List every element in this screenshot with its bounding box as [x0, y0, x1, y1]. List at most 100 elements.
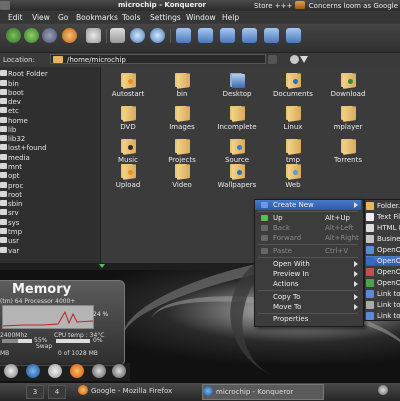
folder-icon — [0, 98, 7, 104]
folder-item-source[interactable]: Source — [212, 139, 262, 167]
tree-item[interactable]: lost+found — [0, 144, 47, 154]
print-icon[interactable] — [110, 28, 125, 43]
menu-move-to[interactable]: Move To — [255, 302, 361, 312]
folder-item-bin[interactable]: bin — [157, 73, 207, 101]
ticker-headline[interactable]: Concerns loom as Google b — [309, 2, 400, 10]
split-view-icon[interactable] — [242, 28, 257, 43]
zoom-in-icon[interactable] — [130, 28, 145, 43]
tree-item[interactable]: srv — [0, 209, 19, 219]
tray-icon[interactable] — [378, 384, 398, 398]
folder-item-linux[interactable]: Linux — [268, 106, 318, 134]
submenu-arrow-icon — [354, 261, 358, 267]
folder-icon — [120, 139, 136, 155]
menu-create-new[interactable]: Create New — [255, 200, 361, 210]
menu-bookmarks[interactable]: Bookmarks — [76, 13, 118, 22]
folder-item-tmp[interactable]: tmp — [268, 139, 318, 167]
cpu-load-graph-svg — [2, 310, 94, 327]
swap-bar — [56, 339, 90, 343]
panel-menu-icon[interactable] — [0, 1, 10, 10]
menu-up[interactable]: Up Alt+Up — [255, 213, 361, 223]
location-dropdown-icon[interactable] — [268, 55, 277, 64]
link-icon — [366, 312, 374, 320]
clock-icon[interactable] — [48, 364, 62, 378]
menu-preview-in[interactable]: Preview In — [255, 269, 361, 279]
firefox-icon[interactable] — [70, 364, 84, 378]
preview-icon[interactable] — [286, 28, 301, 43]
detail-view-icon[interactable] — [198, 28, 213, 43]
cpu-load-percent: 24 % — [93, 311, 109, 318]
desktop-pager-3[interactable]: 3 — [26, 385, 44, 399]
terminal-view-icon[interactable] — [264, 28, 279, 43]
tree-item[interactable]: opt — [0, 172, 19, 182]
submenu-link[interactable]: Link to... — [366, 300, 400, 310]
submenu-business[interactable]: Business... — [366, 234, 400, 244]
submenu-openoffice[interactable]: OpenOffice... — [366, 267, 400, 277]
folder-item-download[interactable]: Download — [323, 73, 373, 101]
tree-view-icon[interactable] — [220, 28, 235, 43]
menu-window[interactable]: Window — [186, 13, 216, 22]
folder-item-documents[interactable]: Documents — [268, 73, 318, 101]
task-konqueror[interactable]: microchip - Konqueror — [202, 384, 324, 400]
submenu-arrow-icon — [354, 294, 358, 300]
scroll-down-icon[interactable] — [99, 264, 105, 268]
tree-item-root[interactable]: Root Folder — [0, 70, 48, 80]
icon-view-icon[interactable] — [176, 28, 191, 43]
menu-go[interactable]: Go — [58, 13, 68, 22]
clear-location-icon[interactable] — [290, 55, 299, 64]
forward-icon[interactable] — [24, 28, 39, 43]
submenu-openoffice[interactable]: OpenOffice... — [366, 278, 400, 288]
reload-icon[interactable] — [86, 28, 101, 43]
task-firefox[interactable]: Google - Mozilla Firefox — [78, 384, 198, 398]
zoom-out-icon[interactable] — [150, 28, 165, 43]
ticker-text: Store +++ — [254, 2, 293, 10]
menu-settings[interactable]: Settings — [150, 13, 181, 22]
submenu-text-file[interactable]: Text File... — [366, 212, 400, 222]
folder-item-dvd[interactable]: DVD — [103, 106, 153, 134]
tree-item[interactable]: usr — [0, 237, 19, 247]
terminal-icon[interactable] — [4, 364, 18, 378]
submenu-link[interactable]: Link to... — [366, 311, 400, 321]
menu-actions[interactable]: Actions — [255, 279, 361, 289]
back-icon[interactable] — [6, 28, 21, 43]
desktop-pager-4[interactable]: 4 — [48, 385, 66, 399]
menu-tools[interactable]: Tools — [122, 13, 140, 22]
paste-icon — [261, 248, 268, 254]
folder-item-mplayer[interactable]: mplayer — [323, 106, 373, 134]
news-ticker[interactable]: Store +++ Concerns loom as Google b — [254, 1, 400, 10]
folder-item-autostart[interactable]: Autostart — [103, 73, 153, 101]
location-bar: Location: /home/microchip — [0, 53, 400, 66]
emblem-icon — [128, 170, 133, 175]
tree-item[interactable]: var — [0, 247, 19, 257]
menu-paste: Paste Ctrl+V — [255, 246, 361, 256]
submenu-html-file[interactable]: HTML File... — [366, 223, 400, 233]
media-player-icon[interactable] — [92, 364, 106, 378]
tree-item[interactable]: etc — [0, 107, 19, 117]
folder-item-wallpapers[interactable]: Wallpapers — [212, 164, 262, 192]
settings-icon[interactable] — [112, 364, 126, 378]
folder-item-images[interactable]: Images — [157, 106, 207, 134]
submenu-folder[interactable]: Folder... — [366, 201, 400, 211]
submenu-link[interactable]: Link to... — [366, 289, 400, 299]
toolbar-separator — [170, 29, 171, 43]
folder-item-upload[interactable]: Upload — [103, 164, 153, 192]
menu-edit[interactable]: Edit — [8, 13, 23, 22]
folder-item-desktop[interactable]: Desktop — [212, 73, 262, 101]
folder-item-web[interactable]: Web — [268, 164, 318, 192]
menu-open-with[interactable]: Open With — [255, 259, 361, 269]
menu-view[interactable]: View — [32, 13, 50, 22]
up-icon[interactable] — [42, 28, 57, 43]
location-input[interactable]: /home/microchip — [50, 54, 266, 64]
folder-item-projects[interactable]: Projects — [157, 139, 207, 167]
menu-help[interactable]: Help — [222, 13, 239, 22]
folder-item-video[interactable]: Video — [157, 164, 207, 192]
filter-icon[interactable] — [300, 56, 308, 63]
submenu-openoffice[interactable]: OpenOffice... — [366, 256, 400, 266]
submenu-openoffice[interactable]: OpenOffice... — [366, 245, 400, 255]
konqueror-icon[interactable] — [26, 364, 40, 378]
folder-item-incomplete[interactable]: Incomplete — [212, 106, 262, 134]
home-icon[interactable] — [62, 28, 77, 43]
menu-properties[interactable]: Properties — [255, 314, 361, 324]
folder-item-music[interactable]: Music — [103, 139, 153, 167]
folder-item-torrents[interactable]: Torrents — [323, 139, 373, 167]
menu-copy-to[interactable]: Copy To — [255, 292, 361, 302]
